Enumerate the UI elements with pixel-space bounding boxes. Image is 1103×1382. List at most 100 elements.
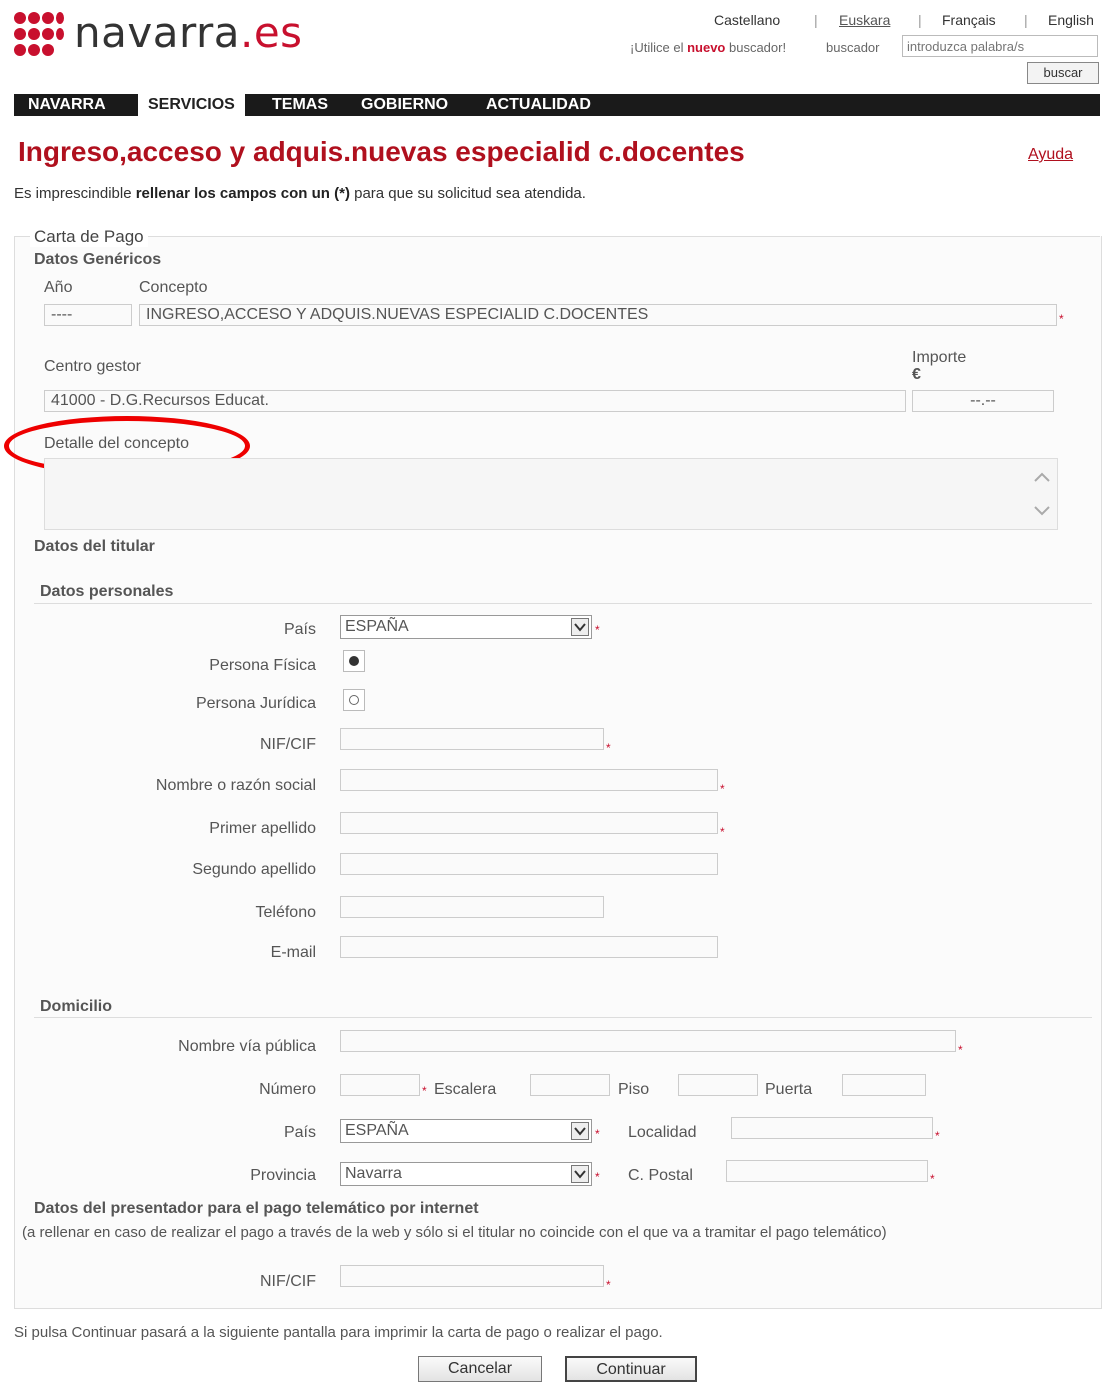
street-field[interactable]: [340, 1030, 956, 1052]
floor-field[interactable]: [678, 1074, 758, 1096]
amount-field[interactable]: --.--: [912, 390, 1054, 412]
nav-item-actualidad[interactable]: ACTUALIDAD: [476, 94, 601, 116]
radio-selected-dot: [349, 656, 359, 666]
presenter-nif-label: NIF/CIF: [260, 1273, 316, 1290]
nav-item-navarra[interactable]: NAVARRA: [18, 94, 116, 116]
nif-label: NIF/CIF: [260, 736, 316, 753]
lang-euskara[interactable]: Euskara: [839, 12, 890, 28]
year-field[interactable]: ----: [44, 304, 132, 326]
email-field[interactable]: [340, 936, 718, 958]
page-title: Ingreso,acceso y adquis.nuevas especiali…: [18, 136, 745, 167]
number-field[interactable]: [340, 1074, 420, 1096]
email-label: E-mail: [270, 944, 316, 961]
intro-text: Es imprescindible rellenar los campos co…: [14, 185, 586, 202]
postal-label: C. Postal: [628, 1167, 693, 1184]
door-field[interactable]: [842, 1074, 926, 1096]
country-label: País: [283, 621, 316, 638]
required-mark: *: [422, 1084, 427, 1098]
lang-separator: |: [814, 12, 818, 28]
detail-textarea[interactable]: [44, 458, 1058, 530]
center-field[interactable]: 41000 - D.G.Recursos Educat.: [44, 390, 906, 412]
concept-label: Concepto: [139, 279, 208, 296]
addr-country-label: País: [283, 1124, 316, 1141]
surname2-label: Segundo apellido: [192, 861, 316, 878]
concept-field[interactable]: INGRESO,ACCESO Y ADQUIS.NUEVAS ESPECIALI…: [139, 304, 1057, 326]
staircase-label: Escalera: [434, 1081, 497, 1098]
phone-label: Teléfono: [255, 904, 317, 921]
required-mark: *: [595, 1127, 600, 1141]
lang-english[interactable]: English: [1048, 12, 1094, 28]
divider: [34, 603, 1092, 604]
nav-item-gobierno[interactable]: GOBIERNO: [351, 94, 458, 116]
required-mark: *: [958, 1043, 963, 1057]
search-button[interactable]: buscar: [1027, 62, 1099, 84]
continue-button[interactable]: Continuar: [565, 1356, 697, 1382]
divider: [34, 1017, 1092, 1018]
footer-note: Si pulsa Continuar pasará a la siguiente…: [14, 1324, 663, 1341]
amount-label: Importe: [912, 349, 967, 366]
natural-person-radio[interactable]: [343, 650, 365, 672]
legal-person-label: Persona Jurídica: [195, 695, 316, 712]
required-mark: *: [606, 741, 611, 755]
presenter-note: (a rellenar en caso de realizar el pago …: [22, 1224, 887, 1241]
search-label: buscador: [826, 40, 880, 55]
name-label: Nombre o razón social: [155, 777, 316, 794]
door-label: Puerta: [765, 1081, 813, 1098]
search-input[interactable]: [902, 35, 1098, 57]
locality-field[interactable]: [731, 1117, 933, 1139]
presenter-nif-field[interactable]: [340, 1265, 604, 1287]
required-mark: *: [1059, 312, 1064, 326]
cancel-button[interactable]: Cancelar: [418, 1356, 542, 1382]
floor-label: Piso: [618, 1081, 650, 1098]
postal-field[interactable]: [726, 1160, 928, 1182]
help-link[interactable]: Ayuda: [1028, 146, 1073, 164]
nav-item-servicios[interactable]: SERVICIOS: [138, 94, 245, 116]
locality-label: Localidad: [628, 1124, 697, 1141]
nif-field[interactable]: [340, 728, 604, 750]
required-mark: *: [930, 1172, 935, 1186]
lang-francais[interactable]: Français: [942, 12, 996, 28]
phone-field[interactable]: [340, 896, 604, 918]
addr-country-select-value: ESPAÑA: [345, 1122, 409, 1139]
nav-item-temas[interactable]: TEMAS: [262, 94, 338, 116]
main-nav: NAVARRA SERVICIOS TEMAS GOBIERNO ACTUALI…: [14, 94, 1100, 116]
country-select[interactable]: ESPAÑA: [340, 615, 592, 639]
personal-section-title: Datos personales: [40, 583, 174, 600]
province-select-value: Navarra: [345, 1165, 402, 1182]
lang-castellano[interactable]: Castellano: [714, 12, 780, 28]
required-mark: *: [606, 1278, 611, 1292]
generic-section-title: Datos Genéricos: [34, 251, 162, 268]
navarra-logo-icon[interactable]: [14, 12, 66, 58]
required-mark: *: [720, 782, 725, 796]
province-label: Provincia: [250, 1167, 316, 1184]
surname1-field[interactable]: [340, 812, 718, 834]
legal-person-radio[interactable]: [343, 689, 365, 711]
year-label: Año: [44, 279, 73, 296]
addr-country-select[interactable]: ESPAÑA: [340, 1119, 592, 1143]
currency-label: €: [912, 366, 921, 383]
surname2-field[interactable]: [340, 853, 718, 875]
center-label: Centro gestor: [44, 358, 141, 375]
chevron-down-icon[interactable]: [571, 618, 589, 636]
chevron-down-icon[interactable]: [571, 1165, 589, 1183]
required-mark: *: [595, 1170, 600, 1184]
required-mark: *: [595, 623, 600, 637]
surname1-label: Primer apellido: [209, 820, 316, 837]
fieldset-legend: Carta de Pago: [30, 227, 148, 247]
scroll-down-icon[interactable]: [1033, 505, 1051, 517]
staircase-field[interactable]: [530, 1074, 610, 1096]
fieldset-border: [14, 236, 1100, 237]
lang-separator: |: [918, 12, 922, 28]
province-select[interactable]: Navarra: [340, 1162, 592, 1186]
required-mark: *: [935, 1129, 940, 1143]
country-select-value: ESPAÑA: [345, 618, 409, 635]
address-section-title: Domicilio: [40, 998, 113, 1015]
search-hint: ¡Utilice el nuevo buscador!: [630, 40, 787, 55]
street-label: Nombre vía pública: [178, 1038, 316, 1055]
number-label: Número: [259, 1081, 316, 1098]
site-logo-text[interactable]: navarra.es: [74, 8, 303, 57]
scroll-up-icon[interactable]: [1033, 471, 1051, 483]
name-field[interactable]: [340, 769, 718, 791]
required-mark: *: [720, 825, 725, 839]
chevron-down-icon[interactable]: [571, 1122, 589, 1140]
